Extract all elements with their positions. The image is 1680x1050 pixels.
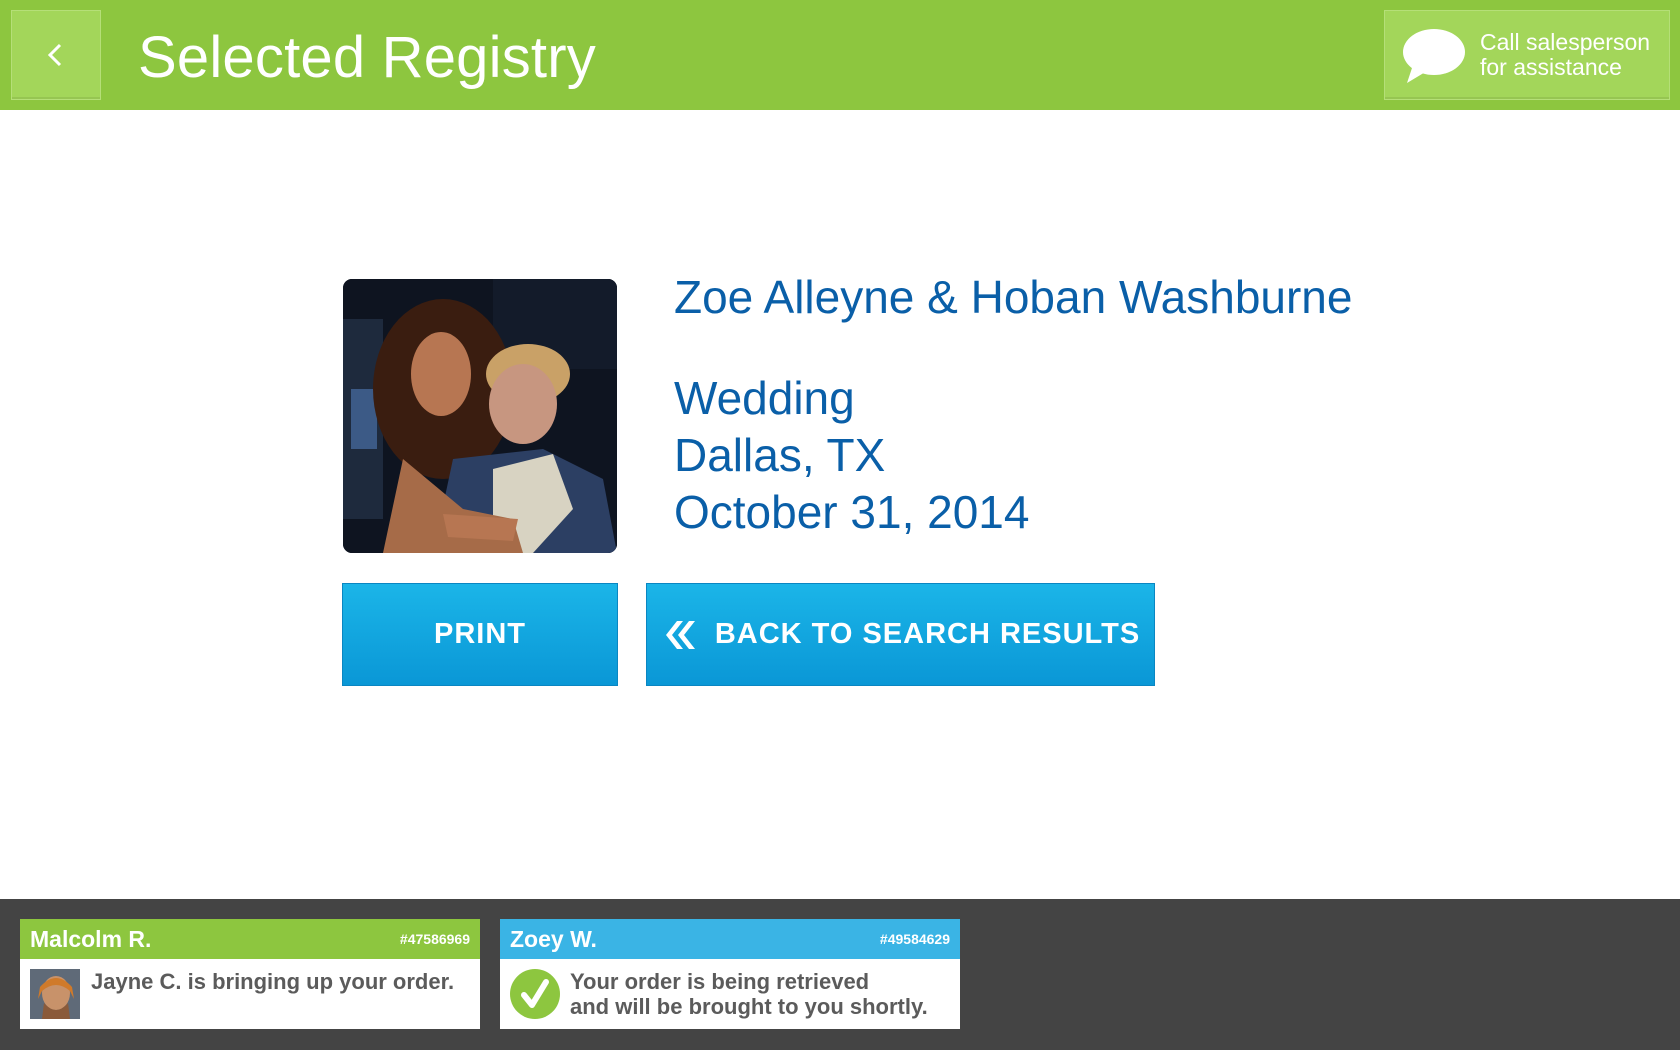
back-to-search-results-button[interactable]: BACK TO SEARCH RESULTS [646, 583, 1155, 686]
print-button-label: PRINT [434, 618, 526, 650]
back-button[interactable] [11, 10, 101, 100]
notification-card[interactable]: Zoey W. #49584629 Your order is being re… [500, 919, 960, 1029]
event-type: Wedding [674, 372, 855, 424]
page-title: Selected Registry [138, 25, 596, 90]
order-number: #49584629 [879, 931, 950, 947]
notification-message: Jayne C. is bringing up your order. [91, 969, 454, 994]
back-to-search-results-label: BACK TO SEARCH RESULTS [714, 618, 1141, 650]
avatar [30, 969, 80, 1019]
assistance-text: Call salesperson for assistance [1480, 30, 1650, 80]
double-chevron-left-icon [665, 620, 695, 649]
event-location: Dallas, TX [674, 429, 886, 481]
assistance-line2: for assistance [1480, 54, 1622, 80]
order-number: #47586969 [399, 931, 470, 947]
notification-line2: and will be brought to you shortly. [570, 994, 928, 1019]
couple-photo [343, 279, 617, 553]
customer-name: Malcolm R. [30, 925, 152, 952]
registry-names: Zoe Alleyne & Hoban Washburne [674, 271, 1353, 323]
event-date: October 31, 2014 [674, 486, 1030, 538]
notification-bar: Malcolm R. #47586969 Jayne C. is bringin… [0, 899, 1680, 1050]
notification-body: Your order is being retrieved and will b… [500, 959, 960, 1029]
notification-header: Zoey W. #49584629 [500, 919, 960, 959]
assistance-line1: Call salesperson [1480, 29, 1651, 55]
notification-message: Your order is being retrieved and will b… [570, 969, 928, 1019]
notification-card[interactable]: Malcolm R. #47586969 Jayne C. is bringin… [20, 919, 480, 1029]
notification-header: Malcolm R. #47586969 [20, 919, 480, 959]
header-bar: Selected Registry Call salesperson for a… [0, 0, 1680, 110]
customer-name: Zoey W. [510, 925, 597, 952]
checkmark-icon [510, 969, 560, 1019]
couple-photo-image [343, 279, 617, 553]
notification-body: Jayne C. is bringing up your order. [20, 959, 480, 1029]
print-button[interactable]: PRINT [342, 583, 618, 686]
notification-line1: Jayne C. is bringing up your order. [91, 969, 455, 994]
chevron-left-icon [47, 43, 62, 67]
speech-bubble-icon [1403, 29, 1465, 83]
call-salesperson-button[interactable]: Call salesperson for assistance [1384, 10, 1670, 100]
notification-line1: Your order is being retrieved [570, 969, 870, 994]
salesperson-avatar-image [30, 969, 80, 1019]
registry-details: Wedding Dallas, TX October 31, 2014 [674, 370, 1029, 541]
